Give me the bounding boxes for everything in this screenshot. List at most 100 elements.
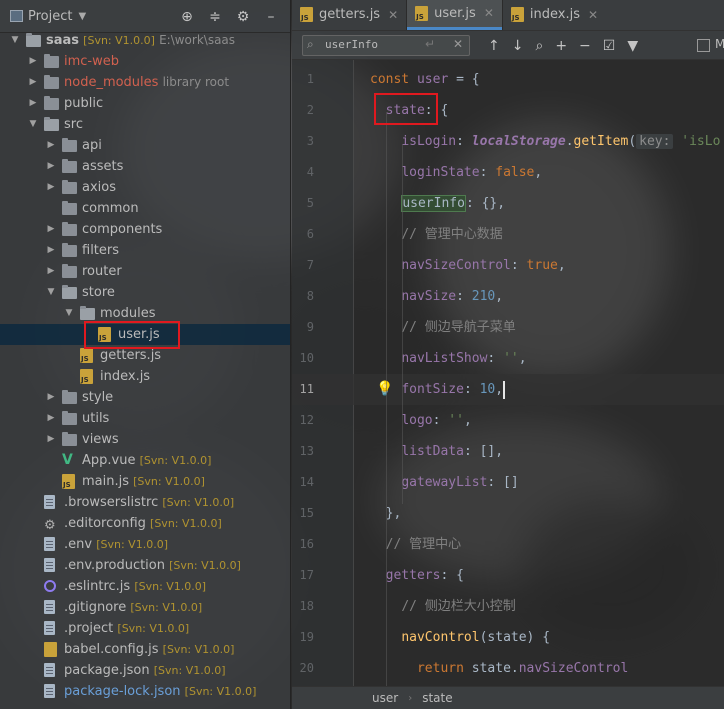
line-number: 2 <box>306 103 314 117</box>
tree-item[interactable]: ▶ imc-web <box>0 51 290 72</box>
tree-item[interactable]: ▶ api <box>0 135 290 156</box>
svn-version: [Svn: V1.0.0] <box>162 496 235 509</box>
tab-index-js[interactable]: JS index.js ✕ <box>503 0 606 30</box>
code-token: : <box>456 134 472 149</box>
breadcrumb-item[interactable]: user <box>372 691 398 705</box>
tree-item[interactable]: ⚙ .editorconfig [Svn: V1.0.0] <box>0 513 290 534</box>
code-token: : [] <box>487 475 519 490</box>
search-input[interactable]: ⌕ userInfo ↵ ✕ <box>302 35 470 56</box>
hide-icon[interactable]: – <box>264 9 278 25</box>
tree-item[interactable]: ▼ store <box>0 282 290 303</box>
tree-item[interactable]: .browserslistrc [Svn: V1.0.0] <box>0 492 290 513</box>
tree-item[interactable]: ▶ filters <box>0 240 290 261</box>
code-token: gatewayList <box>401 475 488 490</box>
chevron-right-icon[interactable]: ▶ <box>46 156 56 177</box>
svn-version: [Svn: V1.0.0] <box>96 538 168 551</box>
tab-getters-js[interactable]: JS getters.js ✕ <box>292 0 406 30</box>
new-line-icon[interactable]: ↵ <box>425 37 435 51</box>
chevron-right-icon[interactable]: ▶ <box>46 429 56 450</box>
tree-item[interactable]: ▼ src <box>0 114 290 135</box>
tree-item[interactable]: ▶ public <box>0 93 290 114</box>
file-name: package-lock.json <box>64 684 181 699</box>
chevron-right-icon[interactable]: ▶ <box>46 219 56 240</box>
arrow-up-icon[interactable]: ↑ <box>488 38 500 54</box>
code-line: 5 userInfo: {}, <box>292 188 724 219</box>
code-token: ( <box>628 134 637 149</box>
select-all-occurrences-icon[interactable]: ☑ <box>603 38 616 54</box>
tree-item-label: style <box>82 387 113 408</box>
chevron-right-icon[interactable]: ▶ <box>46 408 56 429</box>
tab-user-js[interactable]: JS user.js ✕ <box>407 0 502 30</box>
chevron-right-icon[interactable]: ▶ <box>28 93 38 114</box>
line-number: 15 <box>299 506 314 520</box>
tree-item[interactable]: JS index.js <box>0 366 290 387</box>
close-icon[interactable]: ✕ <box>388 8 398 22</box>
chevron-right-icon[interactable]: ▶ <box>28 51 38 72</box>
tree-item[interactable]: JS main.js [Svn: V1.0.0] <box>0 471 290 492</box>
line-number: 6 <box>306 227 314 241</box>
collapse-icon[interactable]: ≑ <box>208 9 222 25</box>
tree-item[interactable]: ▶ router <box>0 261 290 282</box>
match-case-checkbox[interactable] <box>697 39 710 52</box>
chevron-down-icon[interactable]: ▼ <box>46 282 56 303</box>
gear-icon[interactable]: ⚙ <box>236 9 250 25</box>
chevron-right-icon[interactable]: ▶ <box>46 135 56 156</box>
chevron-right-icon[interactable]: ▶ <box>46 240 56 261</box>
find-all-icon[interactable]: ⌕ <box>535 38 543 54</box>
chevron-right-icon[interactable]: ▶ <box>28 72 38 93</box>
remove-selection-icon[interactable]: − <box>579 38 591 54</box>
add-selection-icon[interactable]: + <box>555 38 567 54</box>
code-token: : <box>510 258 527 273</box>
tree-item[interactable]: V App.vue [Svn: V1.0.0] <box>0 450 290 471</box>
filter-icon[interactable]: ▼ <box>627 38 638 54</box>
chevron-down-icon[interactable]: ▼ <box>28 114 38 135</box>
tree-item[interactable]: ▶ components <box>0 219 290 240</box>
chevron-right-icon[interactable]: ▶ <box>46 177 56 198</box>
tree-item[interactable]: .env [Svn: V1.0.0] <box>0 534 290 555</box>
file-icon <box>44 663 55 677</box>
chevron-right-icon[interactable]: ▶ <box>46 387 56 408</box>
tree-item[interactable]: ▶ style <box>0 387 290 408</box>
tree-item[interactable]: .gitignore [Svn: V1.0.0] <box>0 597 290 618</box>
tree-item-label: .project [Svn: V1.0.0] <box>64 618 189 639</box>
chevron-right-icon: › <box>408 692 413 704</box>
file-name: package.json <box>64 663 150 678</box>
locate-icon[interactable]: ⊕ <box>180 9 194 25</box>
file-name: getters.js <box>100 348 162 363</box>
tree-item[interactable]: ▶ node_modules library root <box>0 72 290 93</box>
code-text: const user = { <box>370 64 480 95</box>
file-name: App.vue <box>82 453 136 468</box>
tree-item[interactable]: .eslintrc.js [Svn: V1.0.0] <box>0 576 290 597</box>
chevron-down-icon[interactable]: ▼ <box>10 30 20 51</box>
chevron-down-icon[interactable]: ▼ <box>78 11 86 22</box>
code-editor[interactable]: 1 const user = {2 state: {3 isLogin: loca… <box>292 60 724 686</box>
tree-item[interactable]: ▶ assets <box>0 156 290 177</box>
tree-item[interactable]: package.json [Svn: V1.0.0] <box>0 660 290 681</box>
breadcrumb-item[interactable]: state <box>422 691 452 705</box>
file-name: modules <box>100 306 156 321</box>
clear-icon[interactable]: ✕ <box>453 37 463 51</box>
tree-item[interactable]: ▼ saas [Svn: V1.0.0] E:\work\saas <box>0 30 290 51</box>
project-title[interactable]: Project <box>28 9 72 24</box>
tree-item[interactable]: ▶ utils <box>0 408 290 429</box>
folder-icon <box>62 201 77 215</box>
tree-item-label: filters <box>82 240 119 261</box>
tree-item[interactable]: babel.config.js [Svn: V1.0.0] <box>0 639 290 660</box>
tree-item[interactable]: ▶ views <box>0 429 290 450</box>
svn-version: [Svn: V1.0.0] <box>134 580 207 593</box>
tree-item[interactable]: ▶ axios <box>0 177 290 198</box>
file-name: filters <box>82 243 120 258</box>
close-icon[interactable]: ✕ <box>588 8 598 22</box>
file-name: main.js <box>82 474 129 489</box>
tree-item[interactable]: .env.production [Svn: V1.0.0] <box>0 555 290 576</box>
chevron-down-icon[interactable]: ▼ <box>64 303 74 324</box>
user-js-highlight <box>84 321 180 349</box>
close-icon[interactable]: ✕ <box>484 6 494 20</box>
svn-version: [Svn: V1.0.0] <box>130 601 203 614</box>
line-number: 8 <box>306 289 314 303</box>
tree-item[interactable]: common <box>0 198 290 219</box>
arrow-down-icon[interactable]: ↓ <box>512 38 524 54</box>
tree-item[interactable]: .project [Svn: V1.0.0] <box>0 618 290 639</box>
chevron-right-icon[interactable]: ▶ <box>46 261 56 282</box>
tree-item[interactable]: package-lock.json [Svn: V1.0.0] <box>0 681 290 702</box>
